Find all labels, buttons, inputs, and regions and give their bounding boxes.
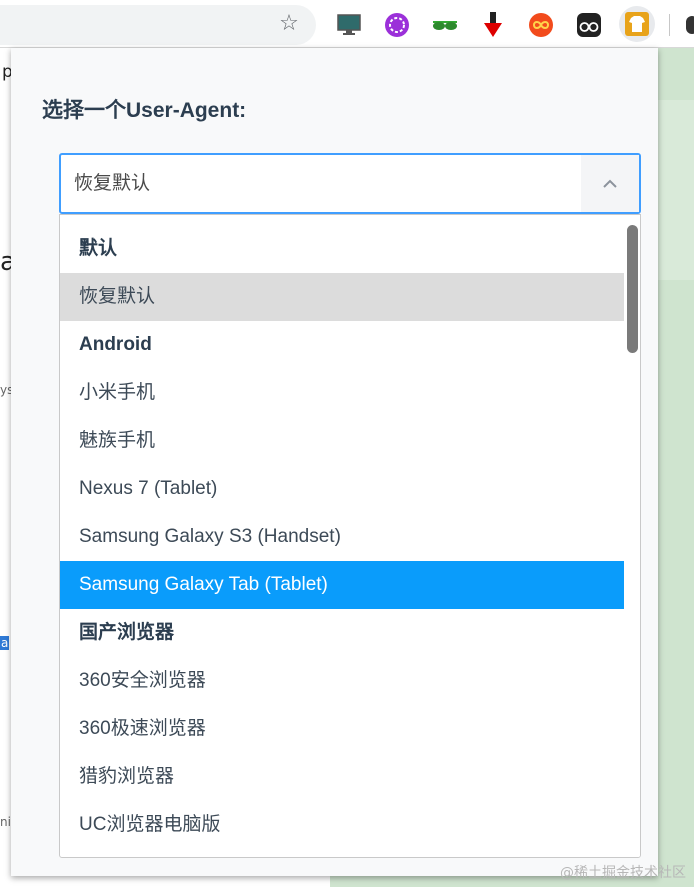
glasses-icon[interactable] (430, 10, 460, 40)
option-meizu[interactable]: 魅族手机 (60, 417, 626, 465)
option-uc-pc[interactable]: UC浏览器电脑版 (60, 801, 626, 849)
user-agent-select[interactable]: 恢复默认 (59, 153, 641, 214)
profile-icon[interactable] (686, 16, 694, 34)
star-icon[interactable]: ☆ (275, 10, 303, 38)
monitor-icon[interactable] (334, 10, 364, 40)
bg-fragment: a (0, 636, 10, 650)
option-360-speed[interactable]: 360极速浏览器 (60, 705, 626, 753)
option-restore-default[interactable]: 恢复默认 (60, 273, 626, 321)
chevron-up-icon[interactable] (581, 155, 639, 212)
option-xiaomi[interactable]: 小米手机 (60, 369, 626, 417)
option-360-safe[interactable]: 360安全浏览器 (60, 657, 626, 705)
download-arrow-icon[interactable] (478, 10, 508, 40)
bg-fragment: ni (0, 815, 11, 829)
option-liebao[interactable]: 猎豹浏览器 (60, 753, 626, 801)
option-group-android: Android (79, 334, 152, 355)
option-galaxy-s3[interactable]: Samsung Galaxy S3 (Handset) (60, 513, 626, 561)
option-group-default: 默认 (79, 238, 118, 259)
select-value: 恢复默认 (74, 172, 151, 194)
scrollbar-thumb[interactable] (627, 225, 638, 353)
purple-ext-icon[interactable] (382, 10, 412, 40)
user-agent-popup: 选择一个User-Agent: 恢复默认 默认 恢复默认 Android 小米手… (11, 48, 658, 876)
option-nexus7[interactable]: Nexus 7 (Tablet) (60, 465, 626, 513)
select-dropdown[interactable]: 默认 恢复默认 Android 小米手机 魅族手机 Nexus 7 (Table… (59, 214, 641, 858)
popup-title: 选择一个User-Agent: (42, 99, 247, 122)
page-green-inner (657, 100, 694, 280)
dots-ext-icon[interactable] (574, 10, 604, 40)
watermark: @稀土掘金技术社区 (560, 865, 686, 881)
address-bar[interactable] (0, 5, 316, 45)
tshirt-icon[interactable] (619, 6, 655, 42)
browser-toolbar: ☆ (0, 0, 694, 48)
dropdown-scrollbar[interactable] (624, 215, 640, 857)
infinity-icon[interactable] (526, 10, 556, 40)
option-group-domestic: 国产浏览器 (79, 622, 175, 643)
toolbar-separator (669, 14, 670, 36)
option-galaxy-tab[interactable]: Samsung Galaxy Tab (Tablet) (60, 561, 626, 609)
